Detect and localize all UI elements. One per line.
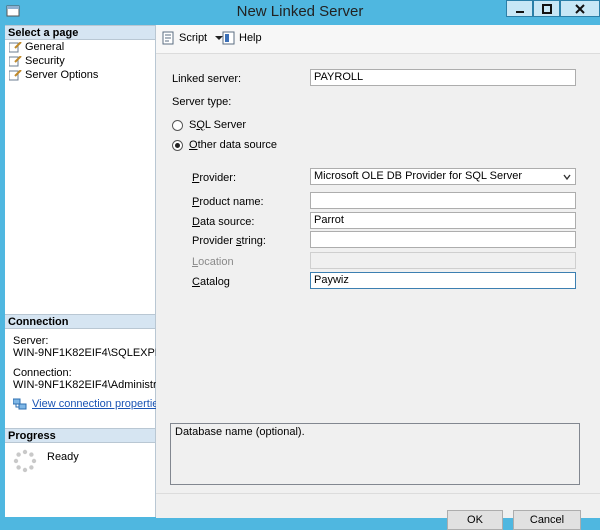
sql-server-radio-label[interactable]: SQL Server xyxy=(189,119,246,131)
new-linked-server-dialog: New Linked Server Select a page General … xyxy=(0,0,600,530)
catalog-input[interactable]: Paywiz xyxy=(310,272,576,289)
page-item-label: Server Options xyxy=(25,69,99,81)
linked-server-input[interactable]: PAYROLL xyxy=(310,69,576,86)
cancel-button[interactable]: Cancel xyxy=(513,510,581,530)
help-button[interactable]: Help xyxy=(222,31,262,45)
help-label: Help xyxy=(239,32,262,44)
catalog-label: Catalog xyxy=(192,276,230,288)
provider-select[interactable]: Microsoft OLE DB Provider for SQL Server xyxy=(310,168,576,185)
title-bar[interactable]: New Linked Server xyxy=(0,0,600,24)
description-text: Database name (optional). xyxy=(175,426,305,438)
provider-string-label: Provider string: xyxy=(192,235,266,247)
button-bar: OK Cancel xyxy=(156,493,600,530)
page-item-label: Security xyxy=(25,55,65,67)
main-pane: Script Help Linked server: PAYROLL Serve… xyxy=(156,25,600,530)
page-wrench-icon xyxy=(9,55,22,66)
connection-value: WIN-9NF1K82EIF4\Administrator xyxy=(13,379,176,391)
script-icon xyxy=(162,31,174,45)
minimize-icon xyxy=(515,10,524,13)
maximize-icon xyxy=(541,3,552,14)
close-icon xyxy=(575,3,585,14)
view-connection-properties-link[interactable]: View connection properties xyxy=(32,398,164,410)
page-item-general[interactable]: General xyxy=(9,40,64,54)
server-type-label: Server type: xyxy=(172,96,232,108)
linked-server-label: Linked server: xyxy=(172,73,242,85)
connection-header: Connection xyxy=(5,314,155,329)
provider-select-value: Microsoft OLE DB Provider for SQL Server xyxy=(314,170,523,182)
description-box: Database name (optional). xyxy=(170,423,580,485)
connection-label: Connection: xyxy=(13,367,72,379)
page-item-security[interactable]: Security xyxy=(9,54,65,68)
page-item-label: General xyxy=(25,41,65,53)
toolbar: Script Help xyxy=(156,25,600,54)
product-name-input[interactable] xyxy=(310,192,576,209)
sql-server-radio[interactable] xyxy=(172,120,183,131)
script-label: Script xyxy=(179,32,208,44)
view-connection-properties[interactable]: View connection properties xyxy=(13,398,164,410)
progress-status: Ready xyxy=(47,451,79,463)
other-data-source-radio-label[interactable]: Other data source xyxy=(189,139,277,151)
page-wrench-icon xyxy=(9,41,22,52)
location-label: Location xyxy=(192,256,234,268)
data-source-input[interactable]: Parrot xyxy=(310,212,576,229)
connection-properties-icon xyxy=(13,398,27,410)
progress-spinner-icon xyxy=(13,449,37,473)
location-input[interactable] xyxy=(310,252,576,269)
minimize-button[interactable] xyxy=(506,0,533,17)
help-icon xyxy=(222,31,235,45)
maximize-button[interactable] xyxy=(533,0,560,17)
close-button[interactable] xyxy=(560,0,600,17)
left-pane: Select a page General Security Server Op… xyxy=(5,25,177,517)
server-value: WIN-9NF1K82EIF4\SQLEXPRES xyxy=(13,347,178,359)
page-wrench-icon xyxy=(9,69,22,80)
provider-label: Provider: xyxy=(192,172,237,184)
progress-header: Progress xyxy=(5,428,155,443)
data-source-label: Data source: xyxy=(192,216,255,228)
page-item-server-options[interactable]: Server Options xyxy=(9,68,98,82)
script-button[interactable]: Script xyxy=(162,31,225,45)
provider-string-input[interactable] xyxy=(310,231,576,248)
chevron-down-icon xyxy=(563,174,571,181)
product-name-label: Product name: xyxy=(192,196,264,208)
other-data-source-radio[interactable] xyxy=(172,140,183,151)
server-label: Server: xyxy=(13,335,49,347)
select-page-header: Select a page xyxy=(5,25,155,40)
ok-button[interactable]: OK xyxy=(447,510,503,530)
